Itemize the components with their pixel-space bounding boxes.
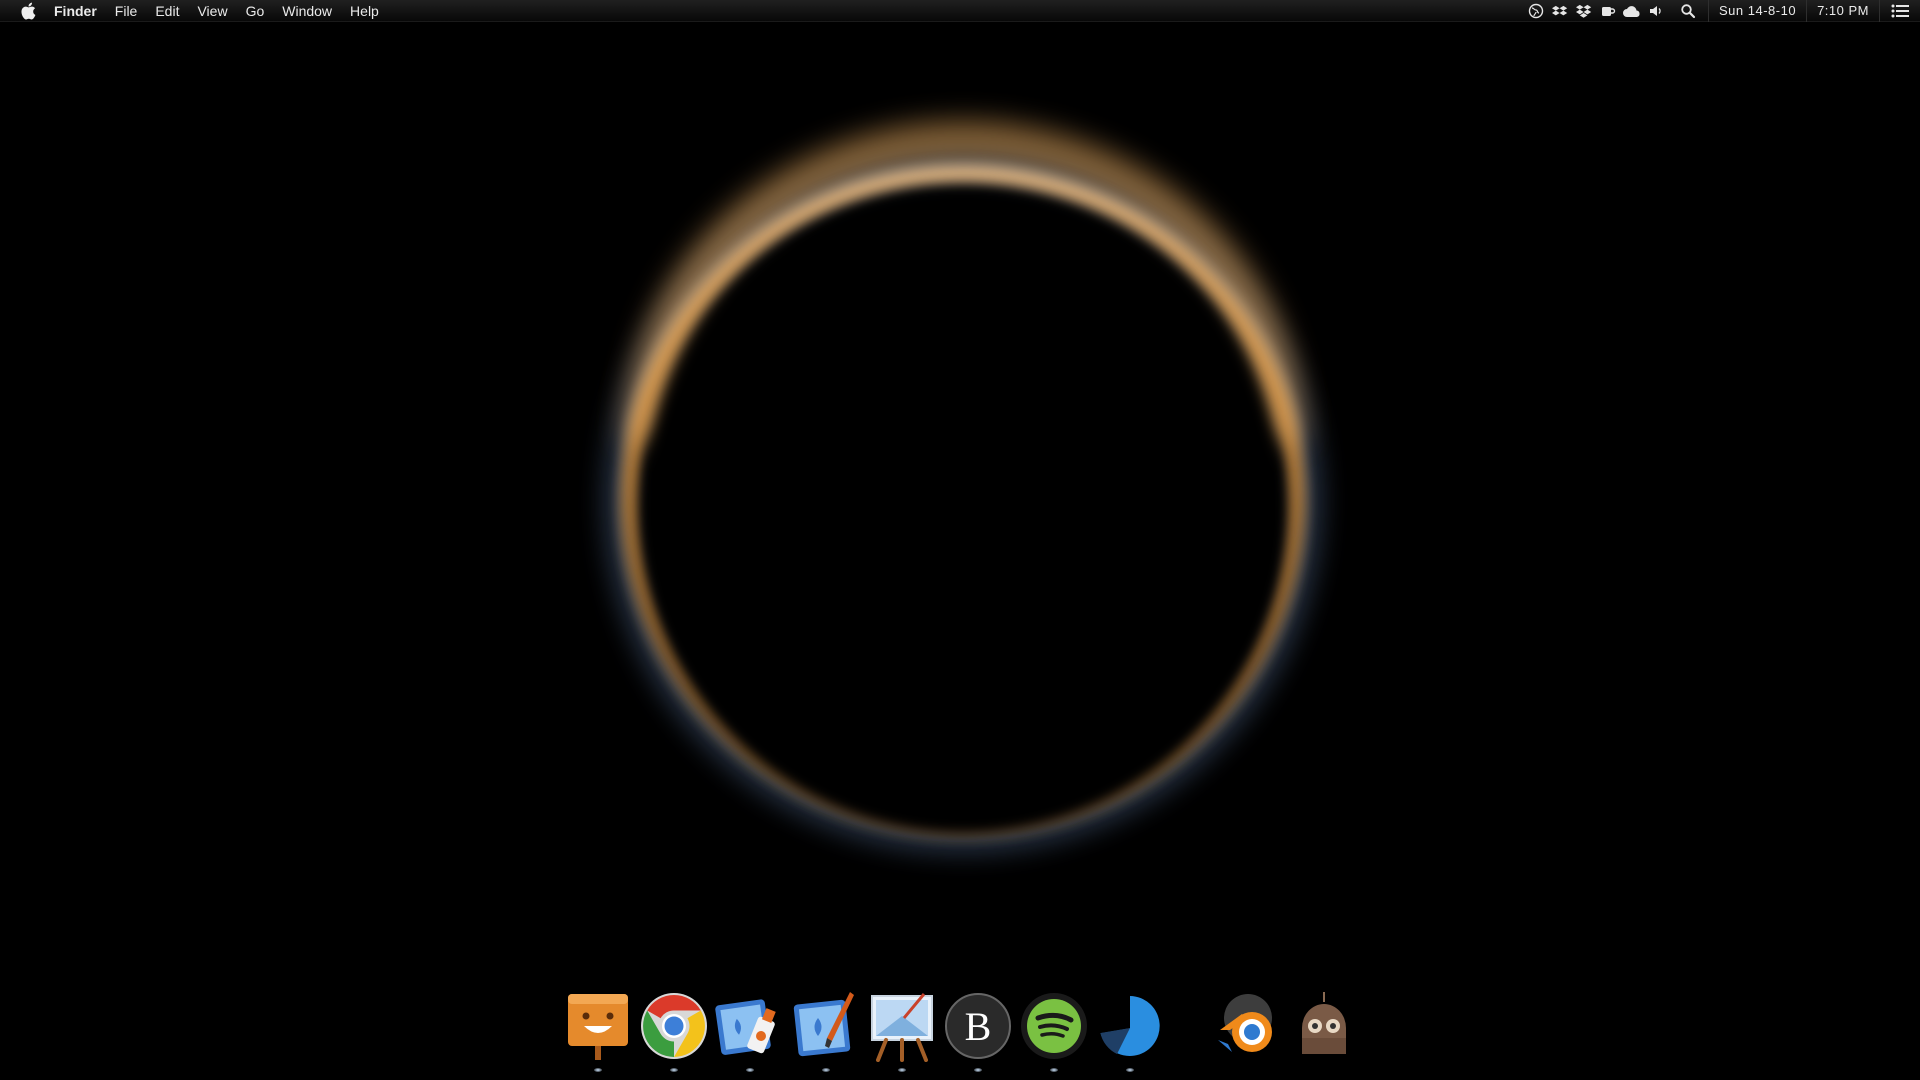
stickies-app-icon xyxy=(568,994,628,1060)
photo-brush-app-icon xyxy=(793,992,854,1057)
running-indicator xyxy=(670,1068,678,1072)
cloud-icon[interactable] xyxy=(1620,0,1644,22)
notification-list-icon[interactable] xyxy=(1879,0,1920,22)
photo-glue-app-icon xyxy=(715,999,776,1055)
menu-edit[interactable]: Edit xyxy=(146,0,188,22)
apple-menu-icon[interactable] xyxy=(18,0,38,22)
running-indicator xyxy=(1050,1068,1058,1072)
svg-text:B: B xyxy=(965,1004,992,1049)
menu-app-finder[interactable]: Finder xyxy=(54,0,106,22)
dock-item-blender[interactable] xyxy=(1212,990,1284,1066)
menu-view[interactable]: View xyxy=(188,0,236,22)
menubar-date[interactable]: Sun 14-8-10 xyxy=(1708,0,1806,22)
dock: B xyxy=(560,990,1360,1080)
dock-item-photo-brush[interactable] xyxy=(790,990,862,1072)
dock-item-photo-glue[interactable] xyxy=(714,990,786,1072)
dock-item-keynote[interactable] xyxy=(866,990,938,1072)
running-indicator xyxy=(898,1068,906,1072)
volume-icon[interactable] xyxy=(1644,0,1668,22)
spotify-app-icon xyxy=(1021,993,1087,1059)
menu-help[interactable]: Help xyxy=(341,0,388,22)
running-indicator xyxy=(746,1068,754,1072)
dock-item-stickies[interactable] xyxy=(562,990,634,1072)
running-indicator xyxy=(974,1068,982,1072)
blender-app-icon xyxy=(1218,994,1272,1052)
menubar-time[interactable]: 7:10 PM xyxy=(1806,0,1879,22)
desktop: Finder File Edit View Go Window Help Sun… xyxy=(0,0,1920,1080)
keynote-easel-app-icon xyxy=(871,993,933,1062)
running-indicator xyxy=(594,1068,602,1072)
dropbox-icon[interactable] xyxy=(1548,0,1572,22)
running-indicator xyxy=(822,1068,830,1072)
dock-item-b[interactable]: B xyxy=(942,990,1014,1072)
dock-item-chrome[interactable] xyxy=(638,990,710,1072)
robot-app-icon xyxy=(1302,992,1346,1054)
coffee-cup-icon[interactable] xyxy=(1596,0,1620,22)
menu-go[interactable]: Go xyxy=(237,0,274,22)
pie-chart-app-icon xyxy=(1099,995,1160,1056)
dropbox-icon[interactable] xyxy=(1572,0,1596,22)
wallpaper-eclipse-ring xyxy=(607,121,1319,850)
chrome-app-icon xyxy=(641,993,707,1059)
dock-item-spotify[interactable] xyxy=(1018,990,1090,1072)
running-indicator xyxy=(1126,1068,1134,1072)
dock-item-pie-chart[interactable] xyxy=(1094,990,1166,1072)
dock-item-robot[interactable] xyxy=(1288,990,1360,1066)
b-letter-app-icon: B xyxy=(945,993,1011,1059)
menu-window[interactable]: Window xyxy=(273,0,341,22)
menu-bar: Finder File Edit View Go Window Help Sun… xyxy=(0,0,1920,22)
menu-file[interactable]: File xyxy=(106,0,147,22)
globe-icon[interactable] xyxy=(1524,0,1548,22)
search-icon[interactable] xyxy=(1676,0,1700,22)
